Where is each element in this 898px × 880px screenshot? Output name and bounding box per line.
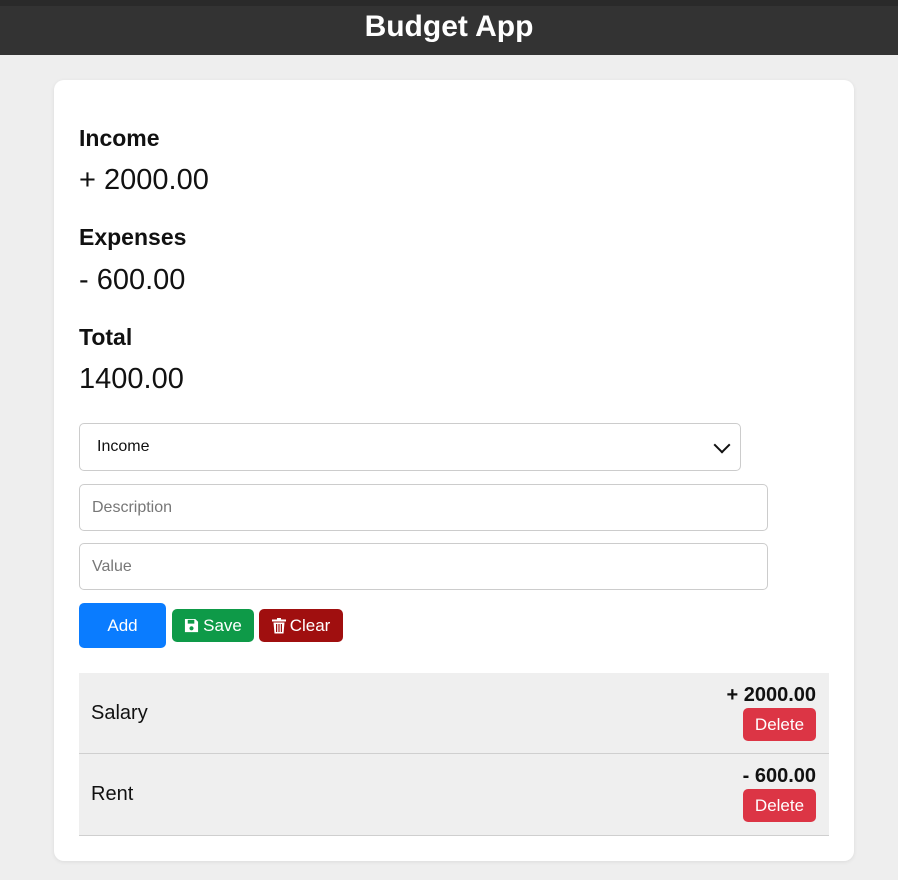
save-button-label: Save xyxy=(203,615,242,635)
budget-card: Income + 2000.00 Expenses - 600.00 Total… xyxy=(54,80,854,861)
chevron-down-icon xyxy=(713,436,731,453)
income-label: Income xyxy=(79,125,160,151)
clear-button[interactable]: Clear xyxy=(259,609,343,642)
app-title: Budget App xyxy=(364,9,534,43)
type-select-value: Income xyxy=(97,438,150,455)
description-input[interactable] xyxy=(79,484,768,531)
floppy-disk-icon xyxy=(185,618,199,633)
transaction-description: Salary xyxy=(91,702,148,724)
income-value: + 2000.00 xyxy=(79,164,209,196)
add-button-label: Add xyxy=(107,615,138,635)
trash-icon xyxy=(271,617,286,633)
value-input[interactable] xyxy=(79,543,768,590)
save-button[interactable]: Save xyxy=(172,609,254,642)
transaction-amount: - 600.00 xyxy=(742,765,816,787)
transaction-amount: + 2000.00 xyxy=(726,684,816,706)
transaction-row: Rent - 600.00 Delete xyxy=(79,754,829,836)
delete-button[interactable]: Delete xyxy=(743,708,816,741)
add-button[interactable]: Add xyxy=(79,603,166,648)
total-label: Total xyxy=(79,324,133,350)
transaction-row: Salary + 2000.00 Delete xyxy=(79,673,829,754)
expenses-label: Expenses xyxy=(79,224,187,250)
type-select[interactable]: Income xyxy=(79,423,741,471)
delete-button[interactable]: Delete xyxy=(743,789,816,822)
clear-button-label: Clear xyxy=(289,615,331,635)
total-value: 1400.00 xyxy=(79,363,184,395)
transaction-list: Salary + 2000.00 Delete Rent - 600.00 De… xyxy=(79,673,829,836)
transaction-description: Rent xyxy=(91,783,134,805)
app-header: Budget App xyxy=(0,0,898,55)
expenses-value: - 600.00 xyxy=(79,264,186,296)
